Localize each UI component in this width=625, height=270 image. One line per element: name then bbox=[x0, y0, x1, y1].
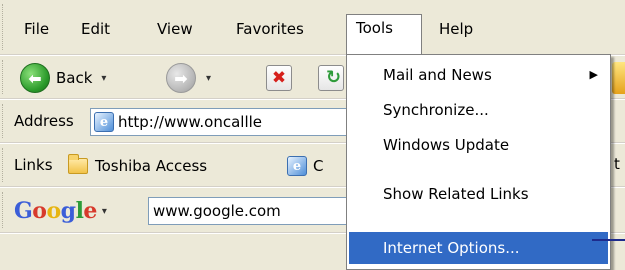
google-search-input[interactable]: www.google.com bbox=[148, 197, 348, 225]
menu-bar: File Edit View Favorites Tools Help bbox=[0, 0, 625, 55]
stop-icon: ✖ bbox=[271, 68, 287, 88]
links-toolbar-grip[interactable] bbox=[2, 148, 5, 182]
menu-item-label: Synchronize... bbox=[383, 101, 489, 119]
stop-button[interactable]: ✖ bbox=[266, 65, 292, 91]
forward-dropdown-icon[interactable]: ▾ bbox=[206, 73, 211, 84]
google-logo-button[interactable]: Google ▾ bbox=[14, 197, 107, 225]
menu-bar-grip[interactable] bbox=[2, 4, 5, 50]
menu-file[interactable]: File bbox=[15, 16, 58, 42]
menu-item-label: Show Related Links bbox=[383, 185, 529, 203]
folder-icon bbox=[68, 154, 88, 174]
menu-item-synchronize[interactable]: Synchronize... bbox=[349, 95, 608, 125]
menu-view[interactable]: View bbox=[148, 16, 202, 42]
menu-item-windows-update[interactable]: Windows Update bbox=[349, 130, 608, 160]
refresh-button[interactable]: ↻ bbox=[318, 65, 344, 91]
menu-separator bbox=[351, 220, 606, 221]
address-input[interactable]: e http://www.oncallle bbox=[90, 108, 350, 136]
menu-item-label: Windows Update bbox=[383, 136, 510, 154]
google-search-value: www.google.com bbox=[153, 202, 281, 220]
forward-icon: ➡ bbox=[166, 63, 196, 93]
tools-menu: Mail and News ▶ Synchronize... Windows U… bbox=[346, 54, 611, 270]
refresh-icon: ↻ bbox=[326, 67, 342, 88]
submenu-arrow-icon: ▶ bbox=[589, 68, 598, 81]
pointer-line bbox=[592, 239, 625, 241]
link-c-label: C bbox=[313, 157, 324, 175]
back-button[interactable]: ⬅ Back ▾ bbox=[20, 63, 106, 93]
menu-tools[interactable]: Tools bbox=[346, 14, 422, 54]
nav-toolbar-grip[interactable] bbox=[2, 60, 5, 94]
menu-item-mail-and-news[interactable]: Mail and News ▶ bbox=[349, 60, 608, 90]
google-dropdown-icon[interactable]: ▾ bbox=[102, 206, 107, 217]
back-dropdown-icon[interactable]: ▾ bbox=[101, 73, 106, 84]
address-toolbar-grip[interactable] bbox=[2, 104, 5, 138]
address-label: Address bbox=[14, 112, 74, 130]
links-cut-text: t bbox=[614, 155, 620, 173]
menu-favorites[interactable]: Favorites bbox=[227, 16, 313, 42]
menu-help[interactable]: Help bbox=[430, 16, 482, 42]
link-toshiba-access[interactable]: Toshiba Access bbox=[68, 154, 207, 178]
ie-page-icon: e bbox=[94, 112, 114, 132]
google-logo: Google bbox=[14, 198, 97, 224]
link-toshiba-access-label: Toshiba Access bbox=[95, 157, 208, 175]
address-value: http://www.oncallle bbox=[118, 113, 263, 131]
links-label: Links bbox=[14, 156, 53, 174]
favorites-star-icon bbox=[612, 62, 625, 94]
menu-item-internet-options[interactable]: Internet Options... bbox=[349, 232, 608, 264]
menu-separator bbox=[351, 169, 606, 170]
back-icon: ⬅ bbox=[20, 63, 50, 93]
menu-item-label: Internet Options... bbox=[383, 239, 520, 257]
menu-edit[interactable]: Edit bbox=[72, 16, 119, 42]
menu-item-label: Mail and News bbox=[383, 66, 492, 84]
google-toolbar-grip[interactable] bbox=[2, 192, 5, 228]
forward-button[interactable]: ➡ ▾ bbox=[166, 63, 211, 93]
menu-item-show-related-links[interactable]: Show Related Links bbox=[349, 179, 608, 209]
link-c[interactable]: e C bbox=[287, 154, 323, 178]
ie-page-icon: e bbox=[287, 156, 307, 176]
back-label: Back bbox=[56, 69, 93, 87]
